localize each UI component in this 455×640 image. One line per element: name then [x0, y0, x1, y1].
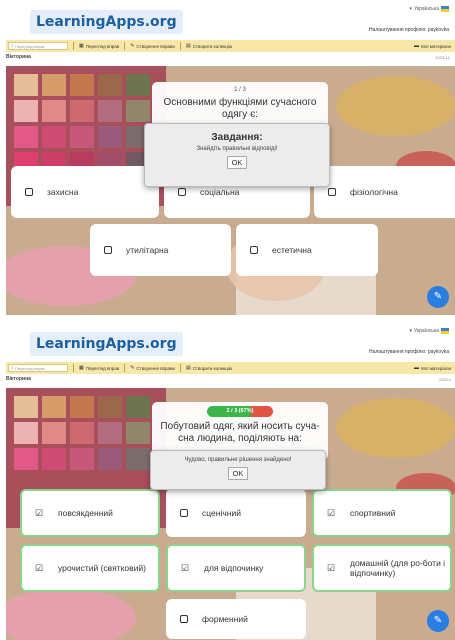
answer-option[interactable]: форменний [166, 599, 306, 639]
check-square-icon: ☑ [180, 562, 190, 573]
checkbox-icon [178, 188, 186, 196]
search-icon: ⌕ [11, 43, 14, 49]
pencil-icon: ✎ [130, 365, 135, 371]
collection-icon: ▤ [185, 43, 191, 49]
quiz-stage: 1 / 3 Основними функціями сучасного одяг… [6, 66, 455, 315]
nav-my-materials[interactable]: ▬ Мої матеріали [414, 43, 451, 49]
app-title-bar: Вікторина 2023-1 [6, 376, 455, 386]
answer-option[interactable]: ☑ урочистий (святковий) [20, 544, 160, 592]
checkbox-icon [104, 246, 112, 254]
question-text: Основними функціями сучасного одягу є: [163, 97, 317, 120]
ok-button[interactable]: OK [228, 467, 248, 480]
check-square-icon: ☑ [34, 507, 44, 518]
pencil-icon: ✎ [130, 43, 135, 49]
answer-option[interactable]: ☑ домашній (для ро-боти і відпочинку) [312, 544, 452, 592]
date-label: 2023-1 [438, 377, 451, 382]
header: LearningApps.org ▾ Українська Налаштуван… [0, 322, 455, 362]
nav-browse[interactable]: ▦ Перегляд вправ [79, 43, 119, 49]
nav-divider [179, 364, 181, 372]
answer-option[interactable]: утилітарна [90, 224, 231, 276]
answer-option[interactable]: захисна [11, 166, 159, 218]
checkbox-icon [25, 188, 33, 196]
progress-badge: 2 / 3 (67%) [207, 406, 273, 417]
checkbox-icon [180, 615, 188, 623]
checkbox-icon [328, 188, 336, 196]
edit-square-icon[interactable]: ✎ [427, 610, 449, 632]
nav-create[interactable]: ✎ Створення вправи [130, 365, 175, 371]
nav-collections[interactable]: ▤ Створити колекцію [186, 365, 232, 371]
screenshot-1: LearningApps.org ▾ Українська Налаштуван… [0, 0, 455, 315]
dialog-message: Знайдіть правильні відповіді! [196, 146, 278, 152]
checkbox-icon [250, 246, 258, 254]
nav-divider [124, 364, 126, 372]
profile-settings-link[interactable]: Налаштування профілю: paykovka [369, 27, 449, 33]
answer-option[interactable]: ☑ повсякденний [20, 489, 160, 537]
screenshot-2: LearningApps.org ▾ Українська Налаштуван… [0, 322, 455, 640]
main-nav: ⌕ Перегляд вправ ▦ Перегляд вправ ✎ Створе… [6, 40, 455, 52]
quiz-stage: 2 / 3 (67%) Побутовий одяг, який носить … [6, 388, 455, 640]
check-square-icon: ☑ [34, 562, 44, 573]
answer-option[interactable]: сценічний [166, 489, 306, 537]
nav-create[interactable]: ✎ Створення вправи [130, 43, 175, 49]
nav-divider [73, 364, 74, 372]
nav-browse[interactable]: ▦ Перегляд вправ [79, 365, 119, 371]
question-text: Побутовий одяг, який носить суча-сна люд… [160, 421, 320, 444]
chevron-down-icon: ▾ [409, 6, 412, 12]
site-logo[interactable]: LearningApps.org [30, 332, 183, 356]
search-icon: ⌕ [11, 365, 14, 371]
header: LearningApps.org ▾ Українська Налаштуван… [0, 0, 455, 40]
ok-button[interactable]: OK [227, 156, 247, 169]
answer-option[interactable]: фізіологічна [314, 166, 455, 218]
question-counter: 1 / 3 [234, 87, 246, 93]
nav-collections[interactable]: ▤ Створити колекцію [186, 43, 232, 49]
app-title: Вікторина [6, 54, 31, 60]
language-label: Українська [413, 6, 439, 12]
checkbox-icon [180, 509, 188, 517]
collection-icon: ▤ [185, 365, 191, 371]
nav-divider [73, 42, 74, 50]
edit-square-icon[interactable]: ✎ [427, 286, 449, 308]
chevron-down-icon: ▾ [409, 328, 412, 334]
dialog-message: Чудово, правильне рішення знайдено! [184, 457, 292, 463]
site-logo[interactable]: LearningApps.org [30, 10, 183, 34]
app-title: Вікторина [6, 376, 31, 382]
answer-option[interactable]: естетична [236, 224, 378, 276]
search-input[interactable]: ⌕ Перегляд вправ [8, 364, 68, 372]
main-nav: ⌕ Перегляд вправ ▦ Перегляд вправ ✎ Створе… [6, 362, 455, 374]
language-selector[interactable]: ▾ Українська [409, 6, 449, 12]
check-square-icon: ☑ [326, 507, 336, 518]
nav-divider [124, 42, 126, 50]
folder-icon: ▬ [414, 43, 420, 49]
ukraine-flag-icon [441, 328, 449, 334]
success-dialog: Чудово, правильне рішення знайдено! OK [150, 450, 326, 490]
language-selector[interactable]: ▾ Українська [409, 328, 449, 334]
grid-icon: ▦ [79, 43, 84, 49]
search-input[interactable]: ⌕ Перегляд вправ [8, 42, 68, 50]
answer-option[interactable]: ☑ спортивний [312, 489, 452, 537]
grid-icon: ▦ [79, 365, 84, 371]
task-dialog: Завдання: Знайдіть правильні відповіді! … [144, 123, 330, 187]
nav-my-materials[interactable]: ▬ Мої матеріали [414, 365, 451, 371]
check-square-icon: ☑ [326, 562, 336, 573]
ukraine-flag-icon [441, 6, 449, 12]
language-label: Українська [413, 328, 439, 334]
answer-option[interactable]: ☑ для відпочинку [166, 544, 306, 592]
dialog-title: Завдання: [211, 132, 263, 143]
folder-icon: ▬ [414, 365, 420, 371]
app-title-bar: Вікторина 2023-11- [6, 54, 455, 64]
nav-divider [179, 42, 181, 50]
date-label: 2023-11- [435, 55, 451, 60]
profile-settings-link[interactable]: Налаштування профілю: paykovka [369, 349, 449, 355]
